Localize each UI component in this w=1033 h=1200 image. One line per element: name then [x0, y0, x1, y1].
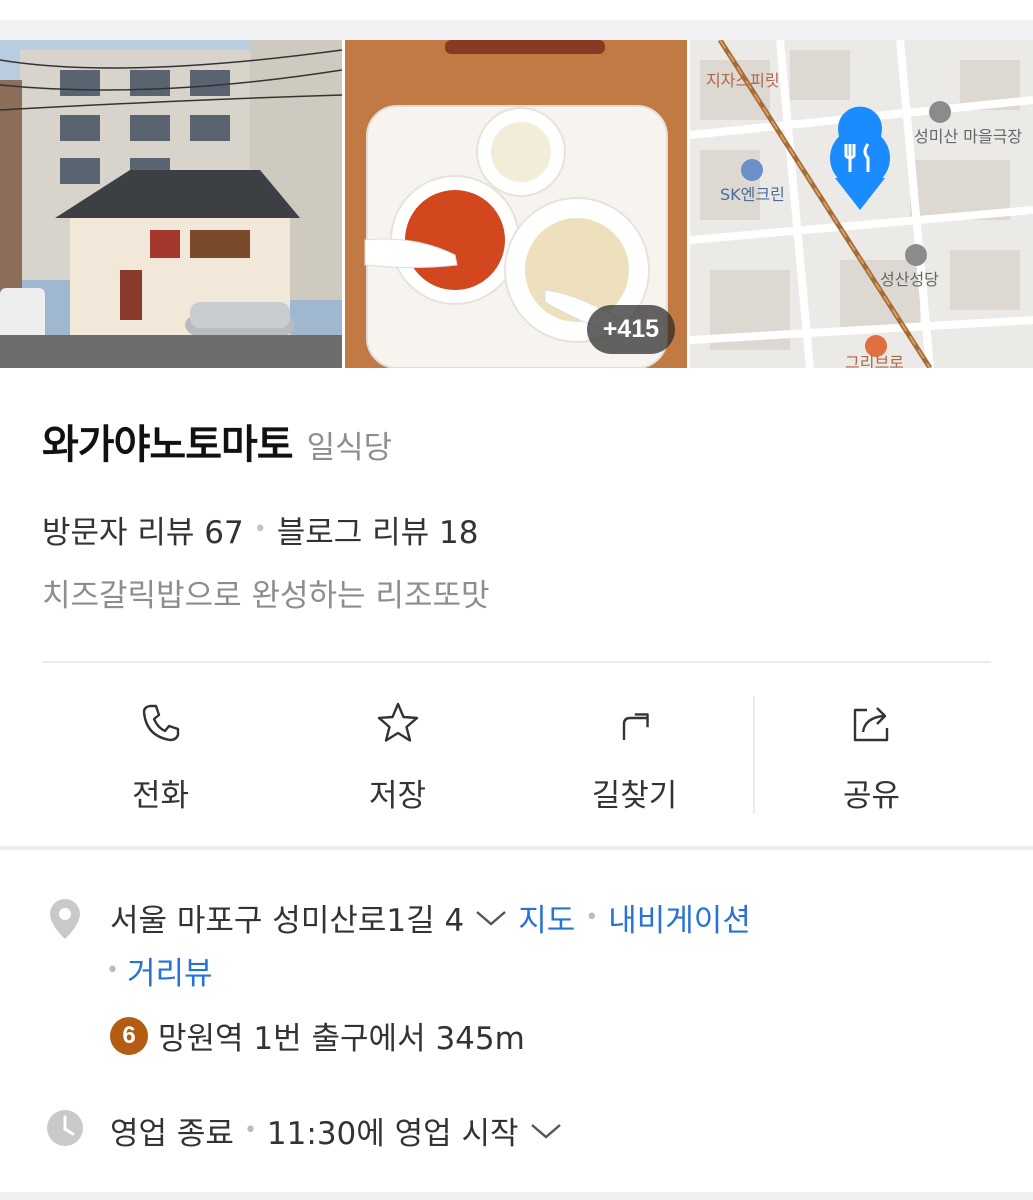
hours-status: 영업 종료	[110, 1116, 234, 1152]
map-label: 성미산 마을극장	[914, 127, 1022, 146]
star-icon	[377, 702, 418, 742]
share-icon	[853, 707, 888, 742]
subway-info: 6 망원역 1번 출구에서 345m	[110, 1013, 525, 1058]
business-hours-row[interactable]: 영업 종료 • 11:30에 영업 시작	[110, 1108, 563, 1153]
more-photos-badge[interactable]: +415	[586, 305, 675, 354]
place-category: 일식당	[306, 430, 393, 466]
separator-dot: •	[585, 905, 599, 930]
blog-reviews-link[interactable]: 블로그 리뷰 18	[277, 507, 479, 552]
streetview-link[interactable]: 거리뷰	[127, 948, 213, 993]
map-thumbnail[interactable]: 지자스피릿 성미산 마을극장 SK엔크린 성산성당 그리브로	[690, 40, 1033, 368]
directions-button[interactable]: 길찾기	[516, 690, 753, 820]
share-button[interactable]: 공유	[753, 690, 990, 820]
call-label: 전화	[131, 778, 190, 814]
chevron-down-icon[interactable]	[529, 1121, 563, 1141]
storefront-photo[interactable]	[0, 40, 342, 368]
map-link[interactable]: 지도	[518, 895, 575, 940]
action-bar: 전화 저장 길찾기 공유	[42, 690, 991, 820]
map-label: 성산성당	[880, 270, 939, 289]
visitor-reviews-link[interactable]: 방문자 리뷰 67	[42, 507, 244, 552]
separator-dot: •	[253, 517, 267, 542]
address-text[interactable]: 서울 마포구 성미산로1길 4	[110, 895, 464, 940]
place-name: 와가야노토마토	[42, 422, 294, 468]
call-button[interactable]: 전화	[42, 690, 279, 820]
subway-distance: 망원역 1번 출구에서 345m	[158, 1021, 525, 1057]
food-photo[interactable]: +415	[345, 40, 687, 368]
save-button[interactable]: 저장	[279, 690, 516, 820]
action-separator	[753, 696, 755, 814]
section-spacer	[0, 20, 1033, 40]
clock-icon	[47, 1110, 83, 1146]
section-divider	[0, 846, 1033, 850]
map-label: 그리브로	[845, 353, 904, 368]
photo-strip: +415 지자스피릿 성미산 마을극장 SK엔크린 성산성당 그리브로	[0, 40, 1033, 368]
phone-icon	[142, 704, 179, 742]
top-bar	[0, 0, 1033, 20]
section-divider	[0, 1192, 1033, 1200]
map-label: 지자스피릿	[706, 71, 780, 90]
share-label: 공유	[842, 778, 901, 814]
save-label: 저장	[368, 778, 427, 814]
review-summary: 방문자 리뷰 67 • 블로그 리뷰 18	[42, 507, 479, 552]
directions-icon	[622, 713, 649, 740]
address-row-2: • 거리뷰	[106, 948, 213, 993]
directions-label: 길찾기	[591, 778, 678, 814]
hours-next-open: 11:30에 영업 시작	[266, 1116, 519, 1152]
separator-dot: •	[243, 1118, 257, 1143]
place-title-row: 와가야노토마토 일식당	[42, 412, 392, 470]
place-description: 치즈갈릭밥으로 완성하는 리조또맛	[42, 578, 490, 614]
map-label: SK엔크린	[720, 185, 785, 204]
separator-dot: •	[106, 958, 119, 983]
navigation-link[interactable]: 내비게이션	[608, 895, 751, 940]
subway-line-badge: 6	[110, 1016, 148, 1055]
location-pin-icon	[50, 899, 80, 939]
chevron-down-icon[interactable]	[474, 908, 508, 928]
divider	[42, 661, 991, 663]
address-row: 서울 마포구 성미산로1길 4 지도 • 내비게이션	[110, 895, 751, 940]
